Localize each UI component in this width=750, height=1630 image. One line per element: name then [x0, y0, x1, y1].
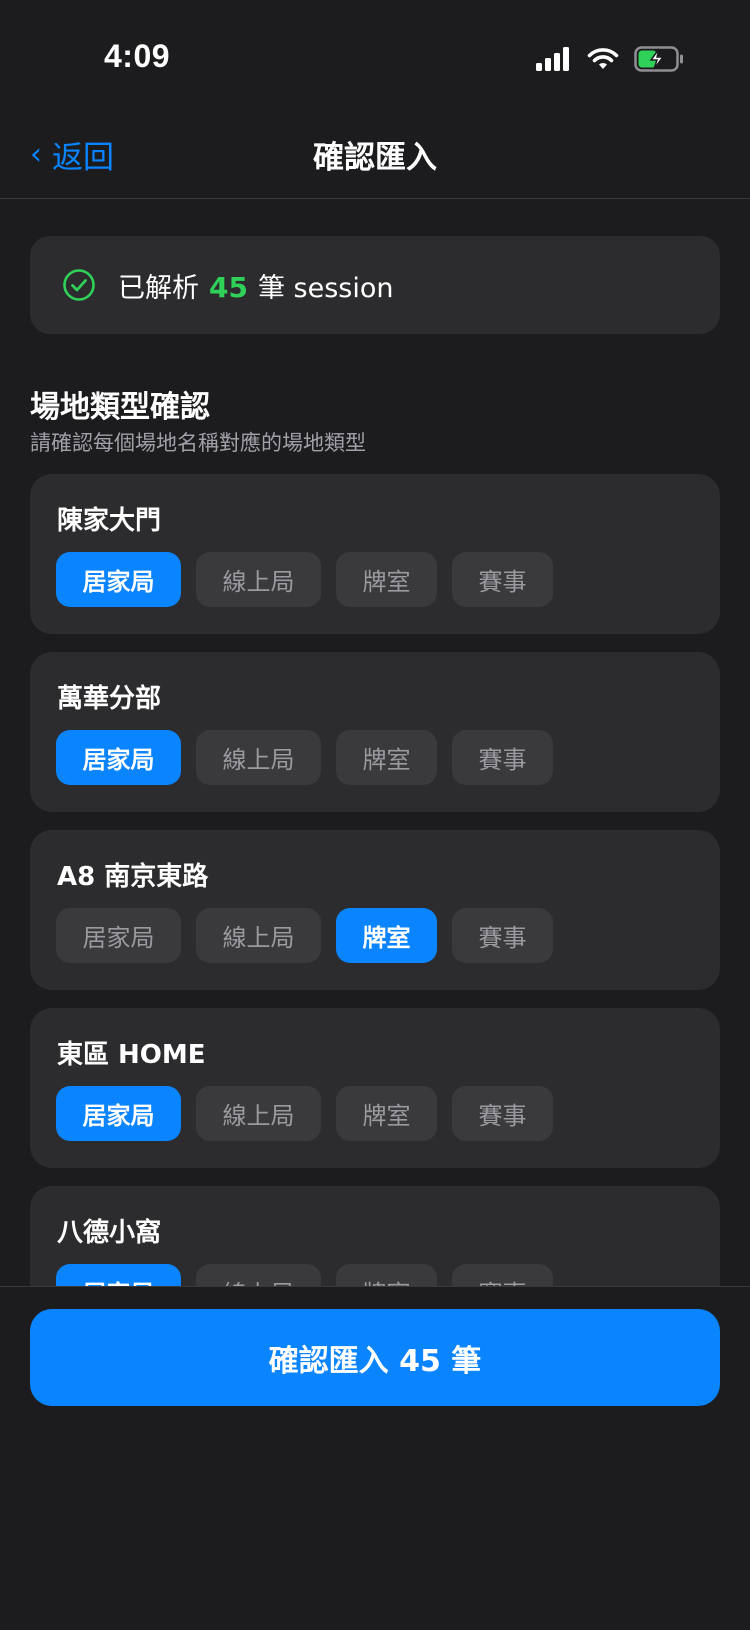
wifi-icon [587, 48, 619, 69]
type-chip-card-room[interactable]: 牌室 [336, 908, 437, 963]
venue-card: 陳家大門 居家局 線上局 牌室 賽事 [30, 474, 720, 634]
venue-card: 東區 HOME 居家局 線上局 牌室 賽事 [30, 1008, 720, 1168]
venue-type-selector: 居家局 線上局 牌室 賽事 [56, 552, 553, 607]
summary-text: 已解析 45 筆 session [118, 266, 394, 305]
bottom-action-bar: 確認匯入 45 筆 [0, 1286, 750, 1630]
type-chip-tournament[interactable]: 賽事 [452, 908, 553, 963]
type-chip-home[interactable]: 居家局 [56, 730, 181, 785]
battery-charging-icon [634, 46, 683, 72]
cellular-signal-icon [536, 47, 569, 71]
navigation-bar: ‹ 返回 確認匯入 [0, 118, 750, 199]
venue-name: A8 南京東路 [57, 862, 209, 892]
venue-type-selector: 居家局 線上局 牌室 賽事 [56, 730, 553, 785]
type-chip-tournament[interactable]: 賽事 [452, 1264, 553, 1286]
type-chip-tournament[interactable]: 賽事 [452, 730, 553, 785]
type-chip-card-room[interactable]: 牌室 [336, 1086, 437, 1141]
type-chip-online[interactable]: 線上局 [196, 552, 321, 607]
parse-summary-card: 已解析 45 筆 session [30, 236, 720, 334]
venue-name: 陳家大門 [57, 506, 162, 536]
check-circle-icon [63, 269, 95, 301]
type-chip-card-room[interactable]: 牌室 [336, 730, 437, 785]
venue-card: 八德小窩 居家局 線上局 牌室 賽事 [30, 1186, 720, 1286]
type-chip-home[interactable]: 居家局 [56, 1264, 181, 1286]
type-chip-online[interactable]: 線上局 [196, 908, 321, 963]
venue-name: 八德小窩 [57, 1218, 162, 1248]
section-title: 場地類型確認 [30, 390, 210, 425]
venue-name: 萬華分部 [57, 684, 162, 714]
summary-prefix: 已解析 [118, 272, 199, 304]
type-chip-home[interactable]: 居家局 [56, 1086, 181, 1141]
confirm-import-button[interactable]: 確認匯入 45 筆 [30, 1309, 720, 1406]
venue-type-selector: 居家局 線上局 牌室 賽事 [56, 1086, 553, 1141]
page-title: 確認匯入 [313, 140, 437, 176]
scroll-content[interactable]: 已解析 45 筆 session 場地類型確認 請確認每個場地名稱對應的場地類型… [0, 199, 750, 1286]
venue-type-selector: 居家局 線上局 牌室 賽事 [56, 1264, 553, 1286]
section-subtitle: 請確認每個場地名稱對應的場地類型 [30, 431, 366, 455]
status-bar: 4:09 [0, 0, 750, 110]
type-chip-online[interactable]: 線上局 [196, 1086, 321, 1141]
type-chip-home[interactable]: 居家局 [56, 908, 181, 963]
import-confirm-screen: 4:09 ‹ 返回 確認匯入 已解析 45 筆 session 場地類型確認 請… [0, 0, 750, 1630]
type-chip-tournament[interactable]: 賽事 [452, 552, 553, 607]
type-chip-online[interactable]: 線上局 [196, 1264, 321, 1286]
summary-suffix: 筆 session [257, 272, 394, 304]
venue-card: A8 南京東路 居家局 線上局 牌室 賽事 [30, 830, 720, 990]
type-chip-card-room[interactable]: 牌室 [336, 552, 437, 607]
venue-type-selector: 居家局 線上局 牌室 賽事 [56, 908, 553, 963]
type-chip-tournament[interactable]: 賽事 [452, 1086, 553, 1141]
type-chip-card-room[interactable]: 牌室 [336, 1264, 437, 1286]
venue-card: 萬華分部 居家局 線上局 牌室 賽事 [30, 652, 720, 812]
status-icons [536, 46, 684, 72]
type-chip-home[interactable]: 居家局 [56, 552, 181, 607]
type-chip-online[interactable]: 線上局 [196, 730, 321, 785]
summary-count: 45 [209, 270, 248, 304]
venue-name: 東區 HOME [57, 1040, 206, 1070]
status-time: 4:09 [104, 38, 171, 74]
